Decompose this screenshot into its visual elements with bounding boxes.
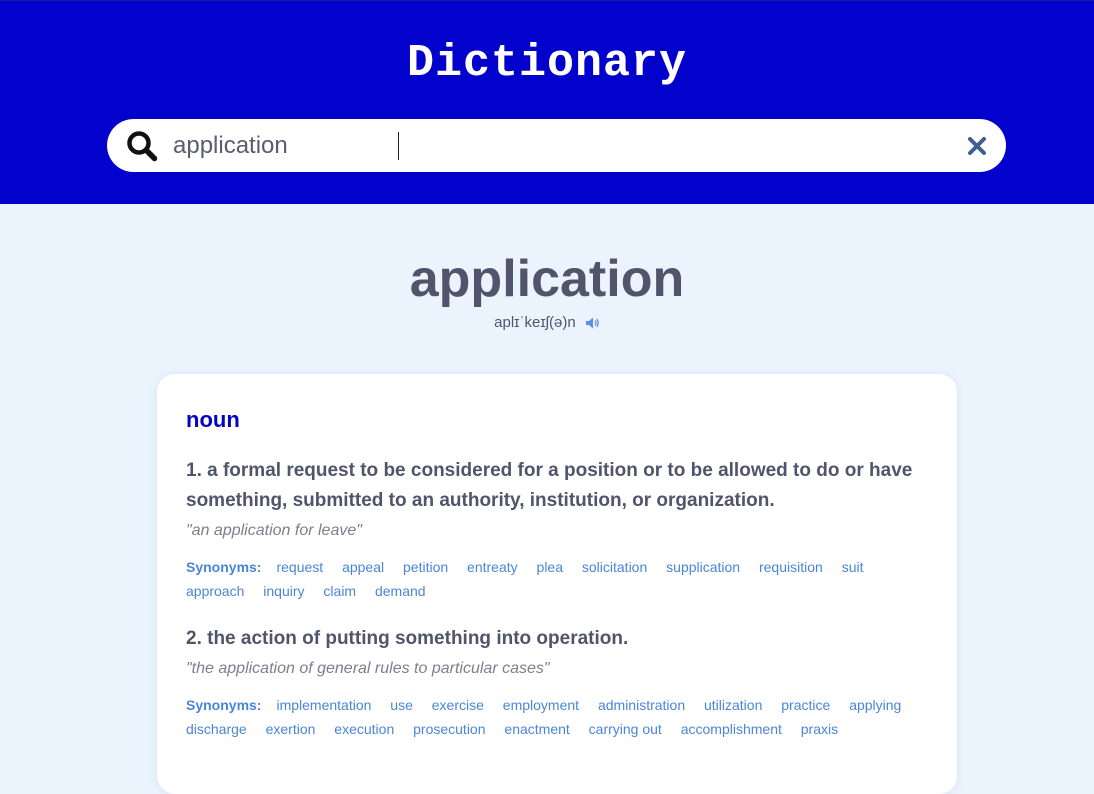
synonym-link[interactable]: plea (537, 559, 563, 575)
synonym-link[interactable]: solicitation (582, 559, 647, 575)
synonym-link[interactable]: carrying out (589, 721, 662, 737)
synonym-link[interactable]: suit (842, 559, 864, 575)
synonym-link[interactable]: exercise (432, 697, 484, 713)
phonetic-row: aplɪˈkeɪʃ(ə)n (0, 313, 1094, 333)
example-1: "an application for leave" (186, 522, 362, 539)
synonym-link[interactable]: praxis (801, 721, 838, 737)
synonym-link[interactable]: appeal (342, 559, 384, 575)
synonym-link[interactable]: inquiry (263, 583, 304, 599)
synonyms-label: Synonyms: (186, 697, 262, 713)
synonym-link[interactable]: implementation (276, 697, 371, 713)
part-of-speech: noun (186, 407, 240, 432)
synonym-link[interactable]: accomplishment (681, 721, 782, 737)
example-2: "the application of general rules to par… (186, 660, 550, 677)
synonym-link[interactable]: claim (323, 583, 356, 599)
app-title: Dictionary (406, 38, 688, 89)
synonym-link[interactable]: exertion (266, 721, 316, 737)
phonetic-text: aplɪˈkeɪʃ(ə)n (494, 314, 576, 331)
search-icon[interactable] (126, 130, 158, 162)
synonym-link[interactable]: approach (186, 583, 244, 599)
synonym-link[interactable]: request (276, 559, 323, 575)
synonym-link[interactable]: demand (375, 583, 426, 599)
synonym-link[interactable]: supplication (666, 559, 740, 575)
synonym-link[interactable]: prosecution (413, 721, 485, 737)
search-input[interactable] (173, 127, 953, 164)
synonym-link[interactable]: petition (403, 559, 448, 575)
definition-2: 2. the action of putting something into … (186, 628, 629, 649)
synonym-link[interactable]: use (390, 697, 413, 713)
header: Dictionary (0, 0, 1094, 204)
synonym-link[interactable]: entreaty (467, 559, 518, 575)
search-bar[interactable] (107, 119, 1006, 172)
synonym-link[interactable]: enactment (504, 721, 569, 737)
synonyms-1: Synonyms: request appeal petition entreat… (186, 555, 926, 603)
text-caret (398, 132, 399, 160)
definition-1: 1. a formal request to be considered for… (186, 460, 913, 511)
synonym-link[interactable]: utilization (704, 697, 762, 713)
synonym-link[interactable]: discharge (186, 721, 247, 737)
headword: application (409, 250, 685, 308)
close-icon[interactable] (965, 134, 989, 158)
synonyms-2: Synonyms: implementation use exercise emp… (186, 693, 926, 741)
synonym-link[interactable]: administration (598, 697, 685, 713)
synonym-link[interactable]: employment (503, 697, 579, 713)
synonym-link[interactable]: applying (849, 697, 901, 713)
synonyms-label: Synonyms: (186, 559, 262, 575)
synonym-link[interactable]: execution (334, 721, 394, 737)
speaker-icon[interactable] (585, 316, 600, 330)
synonym-link[interactable]: practice (781, 697, 830, 713)
definition-card: noun 1. a formal request to be considere… (157, 374, 957, 794)
synonym-link[interactable]: requisition (759, 559, 823, 575)
